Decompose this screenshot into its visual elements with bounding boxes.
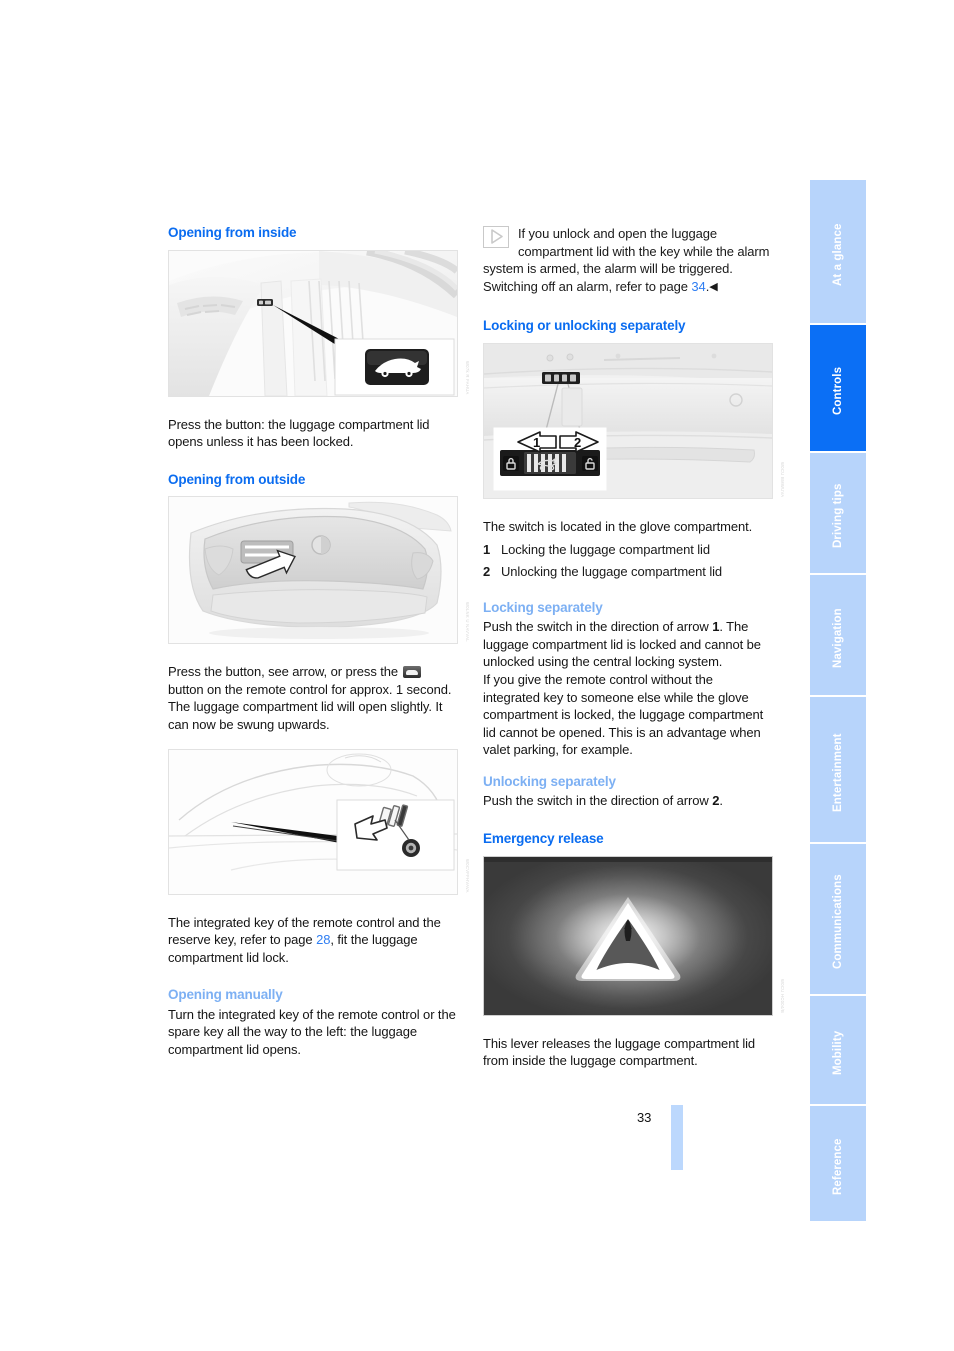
heading-unlocking-separately: Unlocking separately	[483, 773, 616, 789]
figure-credit: W07k R FAHUA	[465, 360, 470, 395]
page-reference-34[interactable]: 34	[691, 279, 705, 294]
tab-label: Controls	[832, 366, 844, 416]
text-opening-from-outside: Press the button, see arrow, or press th…	[168, 663, 458, 733]
tab-label: Driving tips	[832, 483, 844, 549]
legend-label: Unlocking the luggage compartment lid	[501, 564, 723, 580]
tab-label: Communications	[832, 874, 844, 970]
tab-navigation[interactable]: Navigation	[810, 575, 866, 695]
tab-entertainment[interactable]: Entertainment	[810, 697, 866, 842]
text-switch-location: The switch is located in the glove compa…	[483, 518, 753, 534]
text-outside-part2: button on the remote control for approx.…	[168, 681, 452, 732]
text-opening-from-inside: Press the button: the luggage compartmen…	[168, 416, 430, 450]
figure-credit: W0CU HC004/B	[780, 979, 785, 1014]
callout-2: 2	[574, 435, 581, 450]
legend-item: 1 Locking the luggage compartment lid	[483, 541, 773, 559]
tab-label: Navigation	[832, 608, 844, 668]
page-number-bar	[671, 1105, 683, 1170]
note-triangle-icon	[483, 226, 509, 248]
tab-label: At a glance	[832, 223, 844, 286]
note-end-marker: ◀	[709, 280, 718, 293]
text-emergency-release: This lever releases the luggage compartm…	[483, 1035, 756, 1069]
tab-communications[interactable]: Communications	[810, 844, 866, 994]
tab-mobility[interactable]: Mobility	[810, 996, 866, 1104]
tab-at-a-glance[interactable]: At a glance	[810, 180, 866, 323]
heading-opening-from-inside: Opening from inside	[168, 225, 297, 240]
legend-item: 2 Unlocking the luggage compartment lid	[483, 563, 773, 581]
text-locking-separately: Push the switch in the direction of arro…	[483, 618, 773, 759]
interior-trunk-release-illustration	[169, 250, 457, 396]
figure-glove-compartment-switch: 1 2 W0CU BMWUVA	[483, 342, 785, 499]
text-outside-part1: Press the button, see arrow, or press th…	[168, 664, 402, 680]
tab-label: Mobility	[832, 1030, 844, 1076]
emergency-release-lever-illustration	[484, 856, 772, 1015]
heading-emergency-release: Emergency release	[483, 831, 604, 847]
tab-label: Entertainment	[832, 733, 844, 812]
page-reference-28[interactable]: 28	[316, 932, 330, 947]
tab-reference[interactable]: Reference	[810, 1106, 866, 1221]
section-tab-strip: At a glance Controls Driving tips Naviga…	[810, 180, 866, 1223]
legend-label: Locking the luggage compartment lid	[501, 542, 710, 558]
legend-number: 1	[483, 542, 491, 558]
tab-label: Reference	[832, 1138, 844, 1195]
callout-1: 1	[533, 435, 540, 450]
figure-credit: W0CVFFHVAVA	[465, 858, 470, 893]
heading-locking-or-unlocking-separately: Locking or unlocking separately	[483, 318, 686, 334]
text-key-lock: The integrated key of the remote control…	[168, 914, 458, 967]
figure-credit: W0LNK U NAVVAL	[465, 602, 470, 643]
text-locking-part1: Push the switch in the direction of arro…	[483, 619, 713, 635]
switch-legend-list: 1 Locking the luggage compartment lid 2 …	[483, 541, 773, 580]
text-unlocking-part1: Push the switch in the direction of arro…	[483, 793, 713, 809]
note-block: If you unlock and open the luggage compa…	[483, 225, 773, 297]
left-column: Opening from inside W07k R FAHUA Press t…	[168, 225, 470, 1059]
heading-locking-separately: Locking separately	[483, 599, 603, 615]
car-rear-trunk-illustration	[169, 497, 457, 644]
figure-interior-trunk-release: W07k R FAHUA	[168, 249, 470, 397]
note-text-part1: If you unlock and open the luggage compa…	[483, 226, 770, 294]
heading-opening-from-outside: Opening from outside	[168, 471, 306, 487]
glove-compartment-switch-illustration: 1 2	[484, 343, 772, 498]
figure-emergency-release: W0CU HC004/B	[483, 855, 785, 1016]
legend-number: 2	[483, 564, 491, 580]
text-unlocking-part2: .	[719, 793, 723, 809]
remote-trunk-button-icon	[402, 666, 421, 679]
figure-credit: W0CU BMWUVA	[780, 461, 785, 497]
tab-driving-tips[interactable]: Driving tips	[810, 453, 866, 573]
tab-controls[interactable]: Controls	[810, 325, 866, 451]
heading-opening-manually: Opening manually	[168, 987, 283, 1003]
text-unlocking-separately: Push the switch in the direction of arro…	[483, 792, 773, 810]
text-locking-part3: If you give the remote control without t…	[483, 671, 764, 758]
manual-page: Opening from inside W07k R FAHUA Press t…	[0, 0, 954, 1351]
figure-car-rear-trunk: W0LNK U NAVVAL	[168, 496, 470, 645]
trunk-key-lock-illustration	[169, 749, 457, 894]
right-column: If you unlock and open the luggage compa…	[483, 225, 785, 1070]
figure-trunk-key-lock: W0CVFFHVAVA	[168, 748, 470, 895]
text-opening-manually: Turn the integrated key of the remote co…	[168, 1006, 456, 1058]
page-number: 33	[637, 1110, 652, 1125]
